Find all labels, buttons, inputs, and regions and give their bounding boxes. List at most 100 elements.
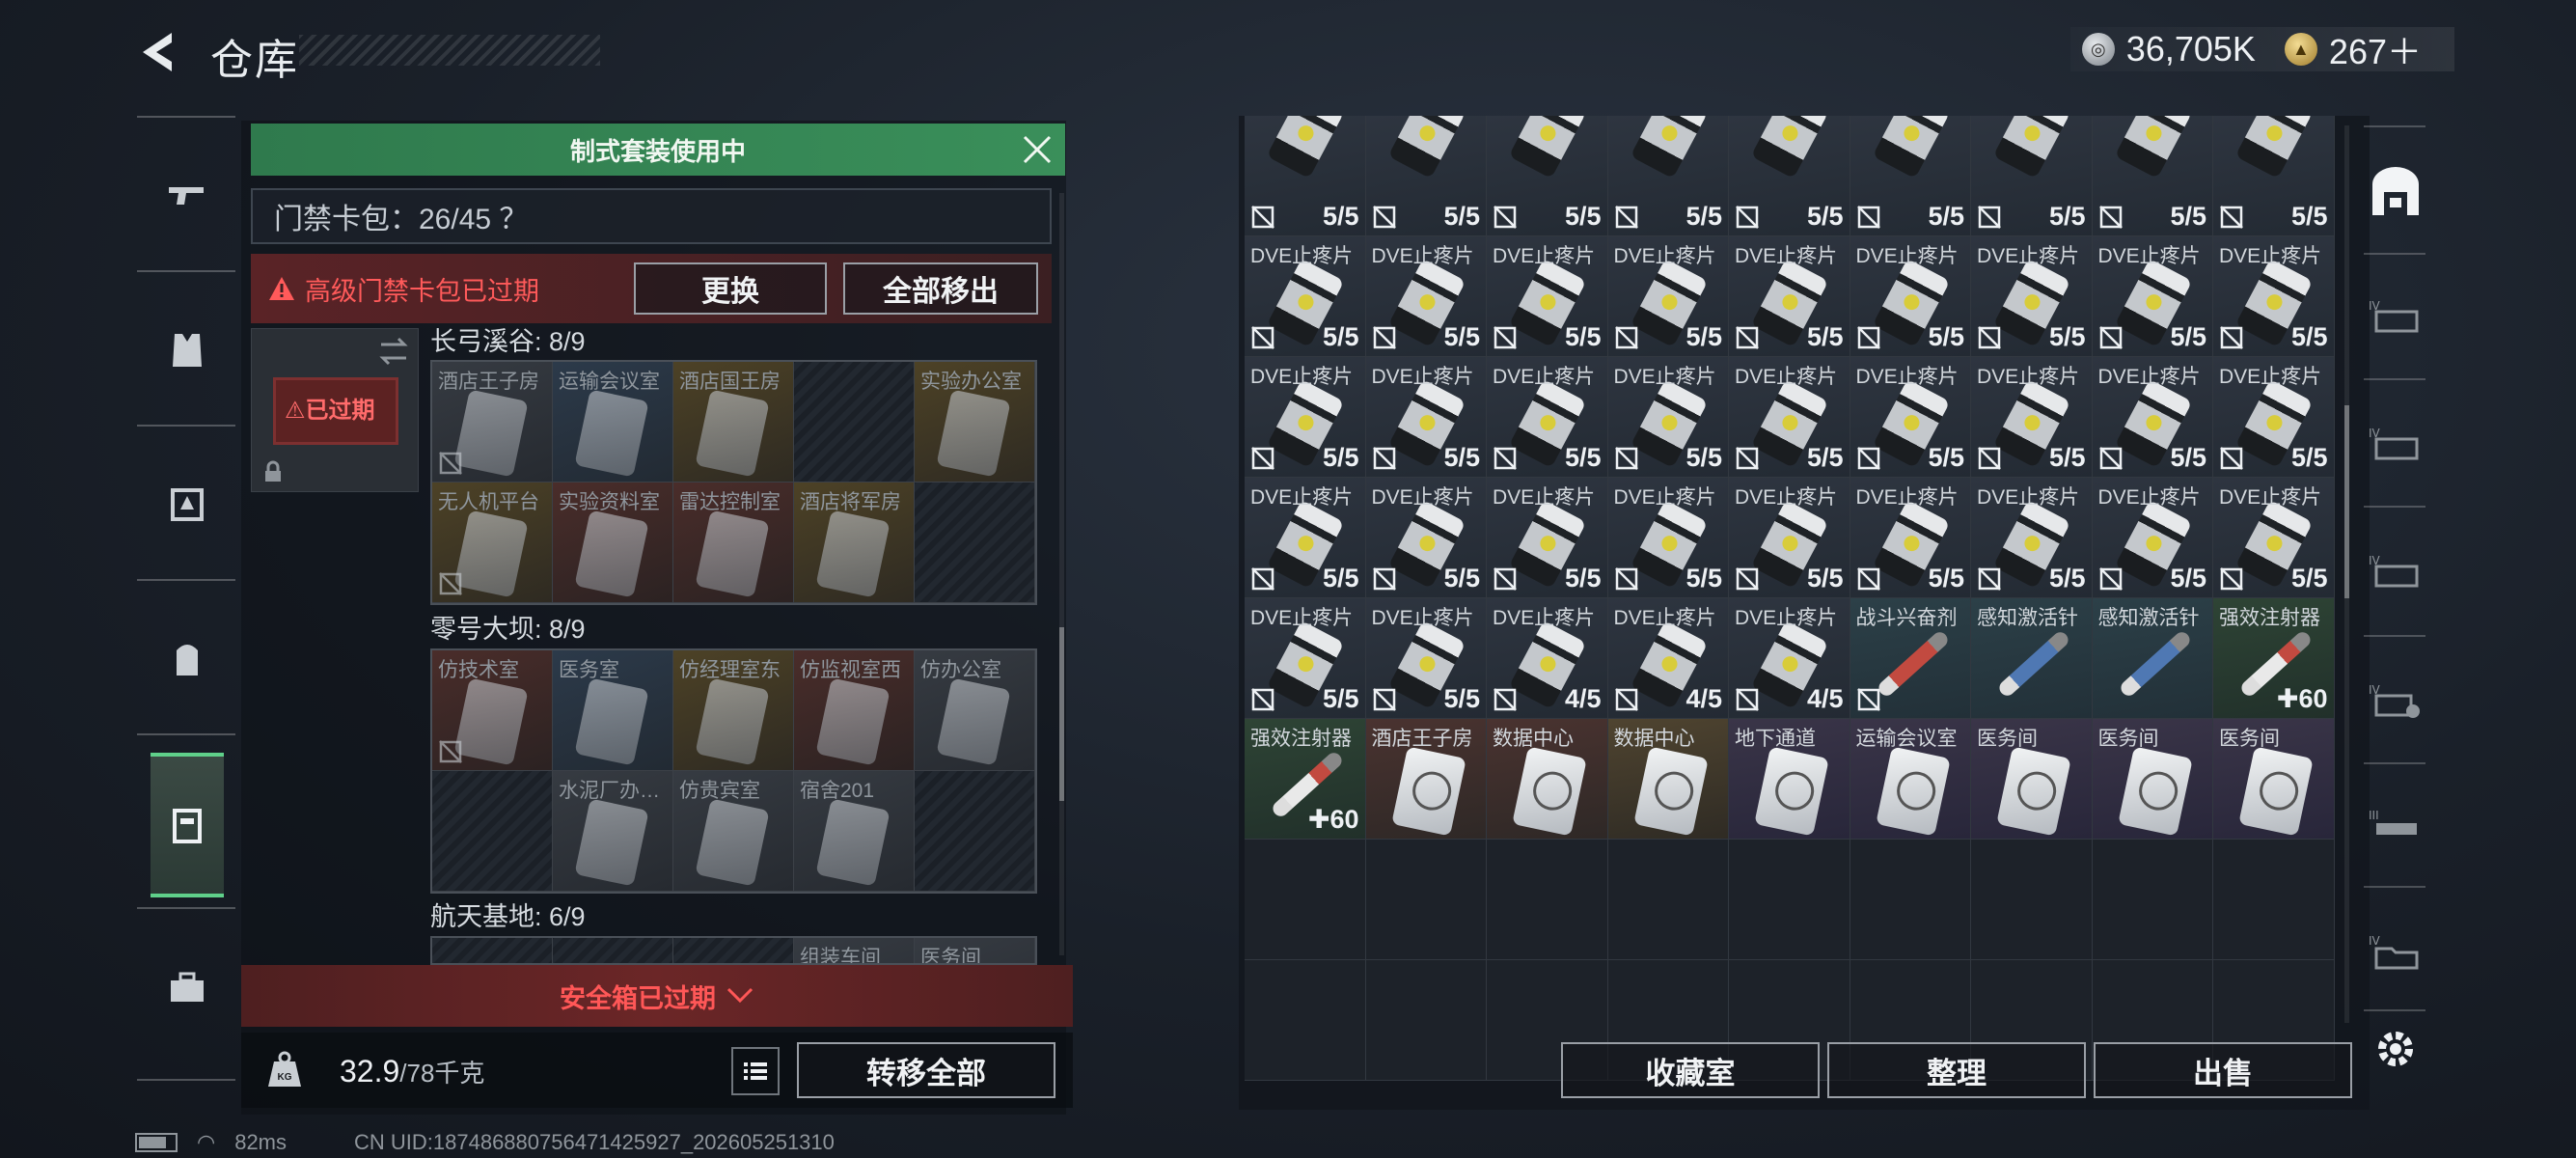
remove-all-button[interactable]: 全部移出 xyxy=(843,262,1038,315)
empty-keycard-slot[interactable] xyxy=(432,771,553,892)
empty-inventory-slot[interactable] xyxy=(1607,840,1729,960)
inventory-item[interactable]: DVE止疼片 5/5 xyxy=(1729,236,1850,357)
back-button[interactable] xyxy=(133,27,183,77)
inventory-item[interactable]: 酒店王子房 xyxy=(1365,719,1487,840)
empty-inventory-slot[interactable] xyxy=(1245,840,1366,960)
nav-item-toolbox[interactable] xyxy=(151,915,224,1060)
keycard-pack-slot[interactable]: ⚠已过期 xyxy=(251,328,419,492)
inventory-item[interactable]: 5/5 xyxy=(1245,116,1366,236)
inventory-item[interactable]: 感知激活针 xyxy=(1971,598,2093,719)
keycard-slot[interactable]: 仿经理室东 xyxy=(673,650,794,771)
inventory-item[interactable]: 5/5 xyxy=(1850,116,1971,236)
empty-inventory-slot[interactable] xyxy=(2213,840,2335,960)
keycard-slot[interactable]: 组装车间 xyxy=(794,938,915,963)
inventory-item[interactable]: DVE止疼片 4/5 xyxy=(1487,598,1608,719)
sell-button[interactable]: 出售 xyxy=(2094,1042,2352,1098)
empty-keycard-slot[interactable] xyxy=(915,771,1035,892)
empty-keycard-slot[interactable] xyxy=(553,938,673,963)
sort-button[interactable]: 整理 xyxy=(1827,1042,2086,1098)
left-scrollbar-track[interactable] xyxy=(1059,193,1064,955)
inventory-item[interactable]: DVE止疼片 5/5 xyxy=(1850,357,1971,478)
inventory-item[interactable]: DVE止疼片 5/5 xyxy=(1245,236,1366,357)
left-scrollbar-thumb[interactable] xyxy=(1059,627,1064,801)
inventory-item[interactable]: 医务间 xyxy=(1971,719,2093,840)
inventory-item[interactable]: DVE止疼片 5/5 xyxy=(1729,478,1850,598)
inventory-item[interactable]: DVE止疼片 5/5 xyxy=(1971,236,2093,357)
empty-inventory-slot[interactable] xyxy=(1850,840,1971,960)
keycard-slot[interactable]: 实验资料室 xyxy=(553,482,673,603)
inventory-item[interactable]: 强效注射器 ✚60 xyxy=(1245,719,1366,840)
inventory-item[interactable]: DVE止疼片 5/5 xyxy=(1365,598,1487,719)
list-view-button[interactable] xyxy=(731,1047,780,1095)
inventory-item[interactable]: 数据中心 xyxy=(1487,719,1608,840)
keycard-slot[interactable]: 仿办公室 xyxy=(915,650,1035,771)
inventory-item[interactable]: 感知激活针 xyxy=(2092,598,2213,719)
keycard-slot[interactable]: 水泥厂办… xyxy=(553,771,673,892)
inventory-item[interactable]: DVE止疼片 5/5 xyxy=(2092,357,2213,478)
keycard-slot[interactable]: 医务室 xyxy=(553,650,673,771)
inventory-item[interactable]: DVE止疼片 5/5 xyxy=(1971,357,2093,478)
gold-value[interactable]: 267＋ xyxy=(2329,24,2422,74)
warehouse-tab-4c[interactable]: IV xyxy=(2366,542,2425,602)
inventory-item[interactable]: 5/5 xyxy=(2213,116,2335,236)
keycard-slot[interactable]: 运输会议室 xyxy=(553,362,673,482)
empty-inventory-slot[interactable] xyxy=(1729,840,1850,960)
nav-item-keycard[interactable] xyxy=(151,753,224,897)
inventory-item[interactable]: 数据中心 xyxy=(1607,719,1729,840)
inventory-item[interactable]: DVE止疼片 5/5 xyxy=(1607,357,1729,478)
warehouse-tab-4a[interactable]: IV xyxy=(2366,288,2425,347)
keycard-slot[interactable]: 无人机平台 xyxy=(432,482,553,603)
empty-inventory-slot[interactable] xyxy=(1245,960,1366,1081)
inventory-item[interactable]: DVE止疼片 5/5 xyxy=(1487,478,1608,598)
inventory-item[interactable]: 5/5 xyxy=(1971,116,2093,236)
inventory-item[interactable]: 5/5 xyxy=(1729,116,1850,236)
nav-item-weapons[interactable] xyxy=(151,124,224,268)
swap-icon[interactable] xyxy=(377,335,410,368)
inventory-item[interactable]: DVE止疼片 5/5 xyxy=(2213,357,2335,478)
inventory-item[interactable]: DVE止疼片 5/5 xyxy=(1245,478,1366,598)
inventory-item[interactable]: DVE止疼片 4/5 xyxy=(1607,598,1729,719)
inventory-item[interactable]: 5/5 xyxy=(2092,116,2213,236)
inventory-item[interactable]: 医务间 xyxy=(2092,719,2213,840)
inventory-item[interactable]: DVE止疼片 5/5 xyxy=(1487,357,1608,478)
warehouse-tab-3[interactable]: III xyxy=(2366,797,2425,857)
warehouse-tab-4b[interactable]: IV xyxy=(2366,415,2425,475)
keycard-slot[interactable]: 酒店王子房 xyxy=(432,362,553,482)
keycard-slot[interactable]: 实验办公室 xyxy=(915,362,1035,482)
inventory-item[interactable]: 战斗兴奋剂 xyxy=(1850,598,1971,719)
empty-keycard-slot[interactable] xyxy=(432,938,553,963)
inventory-item[interactable]: DVE止疼片 5/5 xyxy=(2213,478,2335,598)
keycard-slot[interactable]: 酒店将军房 xyxy=(794,482,915,603)
nav-item-armor[interactable] xyxy=(151,278,224,423)
keycard-slot[interactable]: 酒店国王房 xyxy=(673,362,794,482)
nav-item-backpack[interactable] xyxy=(151,587,224,731)
safe-box-expired-bar[interactable]: 安全箱已过期 xyxy=(241,965,1073,1027)
replace-button[interactable]: 更换 xyxy=(634,262,827,315)
empty-inventory-slot[interactable] xyxy=(1365,960,1487,1081)
inventory-item[interactable]: 5/5 xyxy=(1487,116,1608,236)
warehouse-tab-4d[interactable]: IV xyxy=(2366,672,2425,731)
inventory-item[interactable]: DVE止疼片 5/5 xyxy=(1245,598,1366,719)
inventory-item[interactable]: 医务间 xyxy=(2213,719,2335,840)
nav-item-chest-rig[interactable] xyxy=(151,432,224,577)
empty-keycard-slot[interactable] xyxy=(794,362,915,482)
keycard-slot[interactable]: 医务间 xyxy=(915,938,1035,963)
inventory-item[interactable]: 地下通道 xyxy=(1729,719,1850,840)
inventory-item[interactable]: 强效注射器 ✚60 xyxy=(2213,598,2335,719)
settings-button[interactable] xyxy=(2366,1019,2425,1079)
collection-room-button[interactable]: 收藏室 xyxy=(1561,1042,1820,1098)
warehouse-tab-4e[interactable]: IV xyxy=(2366,923,2425,982)
warehouse-tab-main[interactable] xyxy=(2366,162,2425,222)
transfer-all-button[interactable]: 转移全部 xyxy=(797,1042,1055,1098)
inventory-item[interactable]: DVE止疼片 5/5 xyxy=(1487,236,1608,357)
card-pack-capacity[interactable]: 门禁卡包：26/45 ？ xyxy=(251,188,1052,244)
keycard-slot[interactable]: 仿技术室 xyxy=(432,650,553,771)
inventory-item[interactable]: 运输会议室 xyxy=(1850,719,1971,840)
inventory-item[interactable]: DVE止疼片 5/5 xyxy=(1365,357,1487,478)
inventory-item[interactable]: 5/5 xyxy=(1365,116,1487,236)
empty-keycard-slot[interactable] xyxy=(915,482,1035,603)
empty-inventory-slot[interactable] xyxy=(2092,840,2213,960)
inventory-item[interactable]: DVE止疼片 5/5 xyxy=(1365,236,1487,357)
inventory-item[interactable]: DVE止疼片 5/5 xyxy=(1850,478,1971,598)
close-banner-button[interactable] xyxy=(1019,131,1055,168)
